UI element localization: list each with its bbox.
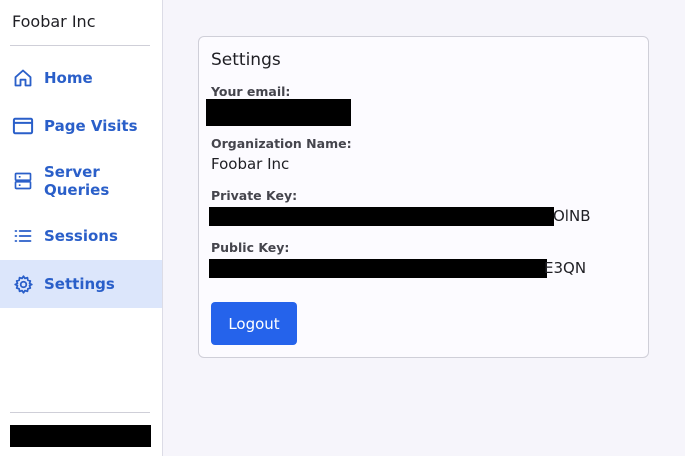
sidebar-item-label-line: Server [44,163,100,181]
server-icon [12,170,34,192]
logout-button[interactable]: Logout [211,302,297,345]
sidebar-item-settings[interactable]: Settings [0,260,162,308]
sidebar-item-label: Page Visits [44,117,138,135]
sidebar: Foobar Inc Home Page Visits Server Queri… [0,0,163,456]
window-icon [12,115,34,137]
card-title: Settings [211,50,281,70]
sidebar-item-label: Settings [44,275,115,293]
settings-card: Settings Your email: Organization Name: … [198,36,649,358]
sidebar-item-server-queries[interactable]: Server Queries [0,150,162,212]
org-name-label: Organization Name: [211,136,352,151]
home-icon [12,67,34,89]
sidebar-nav: Home Page Visits Server Queries Sessions… [0,54,162,308]
public-key-tail: E3QN [544,259,587,277]
private-key-label: Private Key: [211,188,298,203]
gear-icon [12,273,34,295]
org-name-value: Foobar Inc [211,155,290,173]
sidebar-divider [10,412,150,413]
sidebar-divider [10,45,150,46]
app-root: Foobar Inc Home Page Visits Server Queri… [0,0,685,456]
sidebar-item-page-visits[interactable]: Page Visits [0,102,162,150]
redacted-email [206,99,351,126]
redacted-public-key [209,259,547,278]
sidebar-item-label: Home [44,69,93,87]
sidebar-item-home[interactable]: Home [0,54,162,102]
private-key-tail: OlNB [553,207,591,225]
sidebar-item-label: Server Queries [44,163,109,199]
redacted-user-block [10,425,151,447]
sidebar-item-label-line: Queries [44,181,110,199]
org-title: Foobar Inc [12,12,96,31]
list-icon [12,225,34,247]
sidebar-item-label: Sessions [44,227,118,245]
redacted-private-key [209,207,554,226]
sidebar-item-sessions[interactable]: Sessions [0,212,162,260]
main-content: Settings Your email: Organization Name: … [163,0,685,456]
email-label: Your email: [211,84,291,99]
public-key-label: Public Key: [211,240,290,255]
